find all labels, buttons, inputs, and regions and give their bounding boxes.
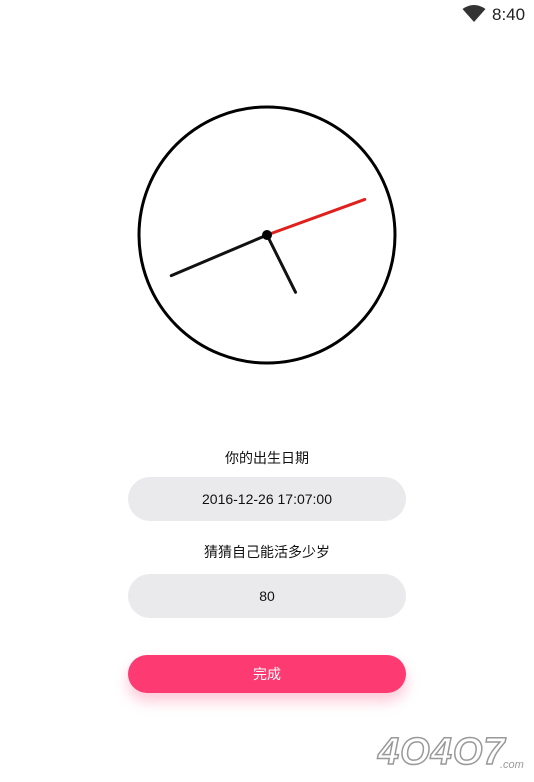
hour-hand [265,233,298,294]
status-bar: 8:40 [0,0,534,28]
birth-date-label: 你的出生日期 [225,451,309,467]
life-guess-label: 猜猜自己能活多少岁 [204,545,330,561]
second-hand [265,197,367,237]
svg-text:4O4O7: 4O4O7 [377,731,506,773]
status-time: 8:40 [492,5,526,24]
wifi-icon [462,5,486,22]
done-button[interactable]: 完成 [128,655,406,693]
minute-hand [169,233,269,278]
svg-text:.com: .com [500,759,524,771]
analog-clock [137,105,397,365]
life-guess-field[interactable]: 80 [128,574,406,618]
birth-date-field[interactable]: 2016-12-26 17:07:00 [128,477,406,521]
clock-center-pin [262,230,272,240]
watermark-logo: 4O4O7 .com [376,730,524,774]
